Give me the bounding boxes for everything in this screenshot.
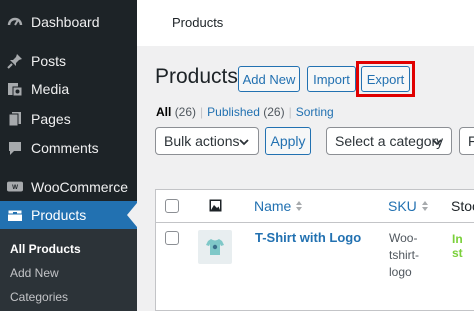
sidebar-item-woocommerce[interactable]: W WooCommerce (0, 173, 137, 201)
apply-button[interactable]: Apply (265, 127, 311, 155)
column-name[interactable]: Name (254, 198, 303, 214)
bulk-actions-value: Bulk actions (164, 133, 240, 149)
active-indicator-arrow (127, 203, 137, 227)
table-header: Name SKU Stoc (156, 190, 474, 223)
sidebar-item-products[interactable]: Products (0, 201, 137, 229)
product-sku: Woo- tshirt- logo (389, 231, 419, 279)
woo-icon: W (7, 179, 23, 195)
row-checkbox[interactable] (165, 231, 179, 245)
sidebar-item-label: Media (31, 81, 70, 97)
export-highlight-box (356, 61, 415, 97)
view-separator: | (200, 105, 204, 119)
tshirt-icon (206, 239, 224, 255)
page-title: Products (155, 65, 238, 88)
product-type-value: F (468, 133, 474, 149)
sidebar-item-posts[interactable]: Posts (0, 47, 137, 75)
view-sorting-link[interactable]: Sorting (296, 105, 334, 119)
view-all-link[interactable]: All (26) (156, 105, 196, 119)
products-submenu: All Products Add New Categories (0, 229, 137, 311)
sidebar-item-media[interactable]: Media (0, 75, 137, 103)
sort-icon (296, 201, 303, 211)
product-type-select[interactable]: F (459, 127, 474, 155)
sidebar-item-label: Pages (31, 111, 71, 127)
sidebar-item-comments[interactable]: Comments (0, 134, 137, 162)
sidebar-item-dashboard[interactable]: Dashboard (0, 8, 137, 36)
column-sku[interactable]: SKU (388, 198, 429, 214)
products-icon (7, 207, 23, 223)
chevron-down-icon (238, 135, 250, 147)
sidebar-item-label: Posts (31, 53, 67, 69)
bulk-actions-select[interactable]: Bulk actions (155, 127, 259, 155)
category-value: Select a category (335, 133, 444, 149)
chevron-down-icon (431, 135, 443, 147)
page-header-bar: Products (137, 0, 474, 46)
media-icon (7, 81, 23, 97)
column-stock: Stoc (451, 198, 474, 214)
sidebar-item-label: Dashboard (31, 14, 100, 30)
add-new-button[interactable]: Add New (238, 66, 300, 92)
product-thumbnail[interactable] (198, 230, 232, 264)
svg-text:W: W (12, 184, 18, 191)
pin-icon (7, 53, 23, 69)
sidebar-item-label: WooCommerce (31, 179, 128, 195)
admin-sidebar: Dashboard Posts Media Pages Comments W W… (0, 0, 137, 311)
view-published-link[interactable]: Published (26) (207, 105, 284, 119)
dashboard-icon (7, 14, 23, 30)
sidebar-item-label: Comments (31, 140, 99, 156)
header-title: Products (172, 15, 224, 30)
category-select[interactable]: Select a category (326, 127, 452, 155)
comments-icon (7, 140, 23, 156)
view-separator: | (288, 105, 292, 119)
submenu-add-new[interactable]: Add New (10, 266, 59, 280)
sidebar-item-label: Products (31, 207, 87, 223)
submenu-all-products[interactable]: All Products (10, 242, 81, 256)
products-table: Name SKU Stoc T-Shirt with Logo Woo- tsh… (155, 189, 474, 311)
stock-status: In st (452, 232, 463, 260)
import-button[interactable]: Import (307, 66, 356, 92)
submenu-categories[interactable]: Categories (10, 290, 68, 304)
sidebar-item-pages[interactable]: Pages (0, 105, 137, 133)
select-all-checkbox[interactable] (165, 199, 179, 213)
pages-icon (7, 111, 23, 127)
sort-icon (421, 201, 428, 211)
image-column-icon (209, 199, 222, 217)
status-filter-links: All (26) | Published (26) | Sorting (156, 105, 334, 119)
product-name-link[interactable]: T-Shirt with Logo (255, 230, 361, 245)
